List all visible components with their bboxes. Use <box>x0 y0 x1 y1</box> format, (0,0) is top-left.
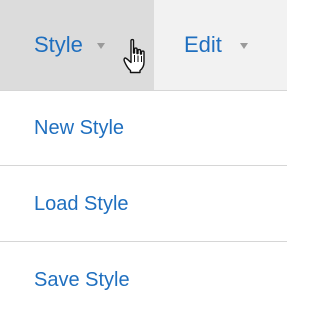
style-menu-tab[interactable]: Style <box>0 0 154 90</box>
menu-divider <box>0 241 287 242</box>
edit-menu-label: Edit <box>184 32 222 57</box>
edit-menu-tab[interactable]: Edit <box>154 0 287 90</box>
style-menu-label: Style <box>34 32 83 57</box>
menu-item-load-style[interactable]: Load Style <box>0 167 287 241</box>
menu-item-new-style[interactable]: New Style <box>0 91 287 165</box>
menu-item-label: New Style <box>34 117 125 139</box>
style-dropdown-menu: New Style Load Style Save Style <box>0 90 287 317</box>
chevron-down-icon <box>96 43 105 49</box>
menu-item-label: Save Style <box>34 269 130 291</box>
chevron-down-icon <box>239 43 248 49</box>
menu-item-save-style[interactable]: Save Style <box>0 243 287 317</box>
style-menu-screenshot: Style Edit New Style Load Style Save Sty… <box>0 0 287 317</box>
menu-bar: Style Edit <box>0 0 287 90</box>
menu-divider <box>0 165 287 166</box>
menu-item-label: Load Style <box>34 193 129 215</box>
